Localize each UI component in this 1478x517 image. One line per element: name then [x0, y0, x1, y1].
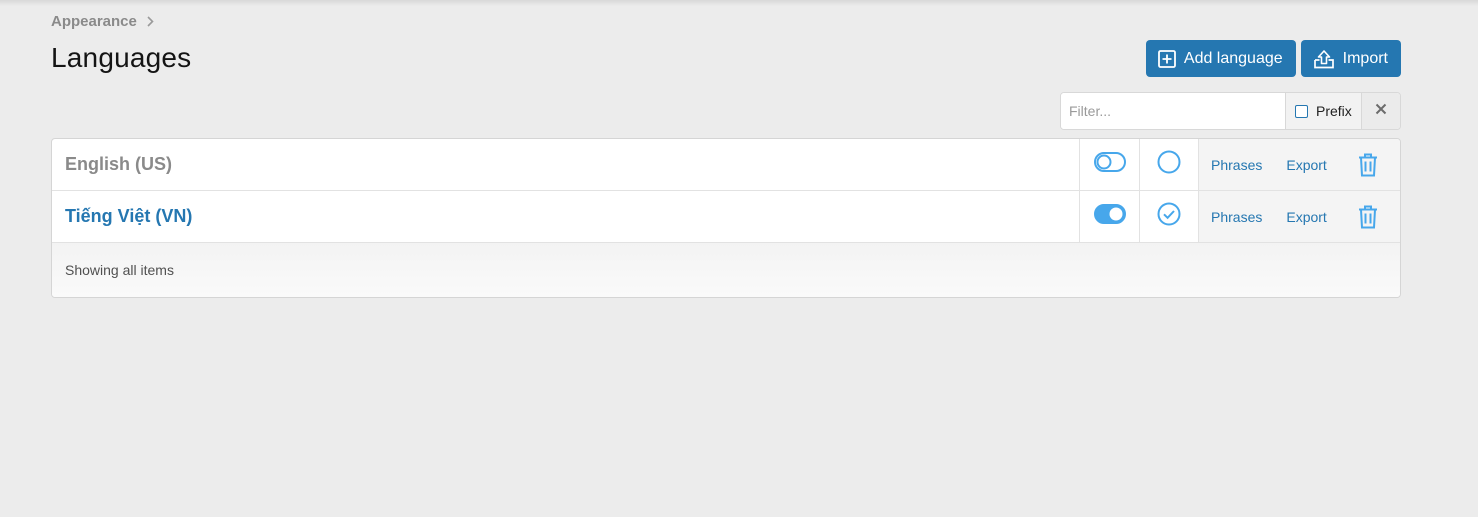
enable-toggle[interactable] [1079, 191, 1139, 242]
chevron-right-icon [147, 15, 154, 27]
trash-icon[interactable] [1358, 205, 1378, 229]
enable-toggle[interactable] [1079, 139, 1139, 190]
prefix-toggle[interactable]: Prefix [1285, 93, 1361, 129]
export-link[interactable]: Export [1286, 157, 1326, 173]
trash-icon[interactable] [1358, 153, 1378, 177]
add-language-button[interactable]: Add language [1145, 40, 1296, 77]
toggle-switch-icon [1093, 203, 1126, 230]
list-item: Tiếng Việt (VN) Phrases Export [52, 191, 1400, 243]
phrases-link[interactable]: Phrases [1211, 209, 1262, 225]
language-name-link[interactable]: English (US) [52, 139, 1079, 190]
language-name-link[interactable]: Tiếng Việt (VN) [52, 191, 1079, 242]
prefix-checkbox[interactable] [1295, 104, 1308, 118]
filter-input[interactable] [1061, 93, 1285, 129]
prefix-label: Prefix [1316, 103, 1352, 119]
row-actions: Phrases Export [1198, 139, 1400, 190]
upload-tray-icon [1313, 49, 1335, 69]
top-shadow [0, 0, 1478, 6]
breadcrumb: Appearance [51, 10, 154, 32]
list-footer: Showing all items [52, 243, 1400, 297]
page-title: Languages [51, 42, 192, 73]
phrases-link[interactable]: Phrases [1211, 157, 1262, 173]
list-item: English (US) Phrases Export [52, 139, 1400, 191]
import-button[interactable]: Import [1300, 40, 1401, 77]
toggle-switch-icon [1093, 151, 1126, 178]
radio-circle-icon [1157, 150, 1181, 179]
languages-list: English (US) Phrases Export Tiếng Việt (… [51, 138, 1401, 298]
row-actions: Phrases Export [1198, 191, 1400, 242]
close-icon [1375, 102, 1387, 120]
check-circle-icon [1157, 202, 1181, 231]
plus-square-icon [1157, 49, 1176, 68]
breadcrumb-link-appearance[interactable]: Appearance [51, 13, 137, 30]
import-label: Import [1342, 49, 1388, 67]
clear-filter-button[interactable] [1361, 93, 1400, 129]
items-status: Showing all items [65, 262, 174, 278]
default-radio[interactable] [1139, 191, 1198, 242]
page-actions: Add language Import [1145, 40, 1401, 77]
filter-bar: Prefix [1060, 92, 1401, 130]
add-language-label: Add language [1183, 49, 1283, 67]
default-radio[interactable] [1139, 139, 1198, 190]
export-link[interactable]: Export [1286, 209, 1326, 225]
